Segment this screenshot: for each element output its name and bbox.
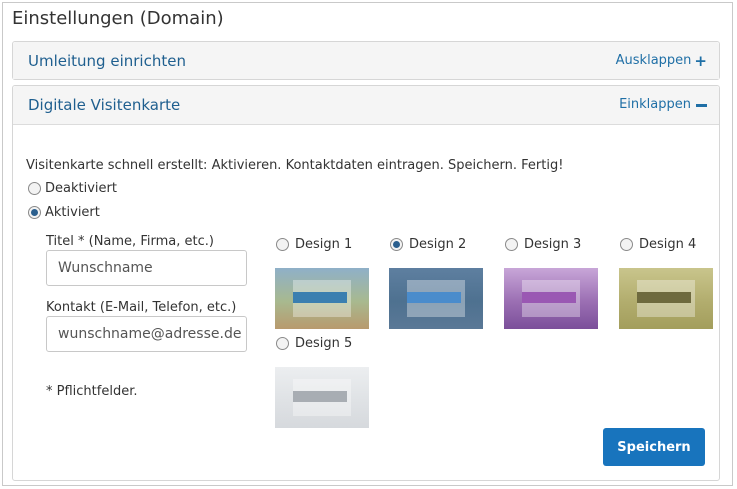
intro-text: Visitenkarte schnell erstellt: Aktiviere… <box>26 158 564 173</box>
design-3-card-shape <box>522 280 580 317</box>
design-4-card-shape <box>637 280 695 317</box>
collapse-label: Einklappen <box>619 97 691 112</box>
plus-icon: + <box>694 51 707 70</box>
expand-label: Ausklappen <box>615 53 692 68</box>
radio-activated-label: Aktiviert <box>45 205 100 220</box>
title-field[interactable]: Wunschname <box>46 250 247 286</box>
design-1-label: Design 1 <box>295 237 353 252</box>
design-5-option[interactable]: Design 5 <box>276 336 352 351</box>
design-3-preview[interactable] <box>504 268 598 329</box>
design-2-option[interactable]: Design 2 <box>390 237 466 252</box>
save-button[interactable]: Speichern <box>603 428 705 466</box>
redirect-panel-header[interactable]: Umleitung einrichten Ausklappen + <box>13 42 719 79</box>
design-3-radio[interactable] <box>505 238 518 251</box>
design-5-name-strip <box>293 391 347 402</box>
design-4-preview[interactable] <box>619 268 713 329</box>
business-card-panel-header[interactable]: Digitale Visitenkarte Einklappen <box>13 86 719 125</box>
required-note: * Pflichtfelder. <box>46 384 138 399</box>
design-1-option[interactable]: Design 1 <box>276 237 352 252</box>
design-2-card-shape <box>407 280 465 317</box>
design-5-preview[interactable] <box>275 367 369 428</box>
contact-field-label: Kontakt (E-Mail, Telefon, etc.) <box>46 300 237 315</box>
redirect-panel-title: Umleitung einrichten <box>28 52 186 70</box>
radio-deactivated-label: Deaktiviert <box>45 181 117 196</box>
design-1-card-shape <box>293 280 351 317</box>
design-2-label: Design 2 <box>409 237 467 252</box>
contact-field[interactable]: wunschname@adresse.de <box>46 316 247 352</box>
design-3-name-strip <box>522 292 576 303</box>
expand-toggle[interactable]: Ausklappen + <box>616 53 707 68</box>
radio-deactivated-control[interactable] <box>28 182 41 195</box>
business-card-panel-title: Digitale Visitenkarte <box>28 96 181 114</box>
title-field-label: Titel * (Name, Firma, etc.) <box>46 234 214 249</box>
design-2-radio[interactable] <box>390 238 403 251</box>
page-title: Einstellungen (Domain) <box>12 8 224 29</box>
design-5-card-shape <box>293 379 351 416</box>
radio-activated-control[interactable] <box>28 206 41 219</box>
redirect-panel: Umleitung einrichten Ausklappen + <box>12 41 720 80</box>
design-5-label: Design 5 <box>295 336 353 351</box>
design-4-label: Design 4 <box>639 237 697 252</box>
collapse-toggle[interactable]: Einklappen <box>619 97 707 112</box>
design-1-name-strip <box>293 292 347 303</box>
design-1-radio[interactable] <box>276 238 289 251</box>
design-4-radio[interactable] <box>620 238 633 251</box>
radio-deactivated[interactable]: Deaktiviert <box>28 181 117 196</box>
radio-activated[interactable]: Aktiviert <box>28 205 100 220</box>
design-3-label: Design 3 <box>524 237 582 252</box>
design-4-option[interactable]: Design 4 <box>620 237 696 252</box>
design-2-preview[interactable] <box>389 268 483 329</box>
design-4-name-strip <box>637 292 691 303</box>
minus-icon <box>696 103 707 107</box>
design-5-radio[interactable] <box>276 337 289 350</box>
design-1-preview[interactable] <box>275 268 369 329</box>
design-2-name-strip <box>407 292 461 303</box>
design-3-option[interactable]: Design 3 <box>505 237 581 252</box>
